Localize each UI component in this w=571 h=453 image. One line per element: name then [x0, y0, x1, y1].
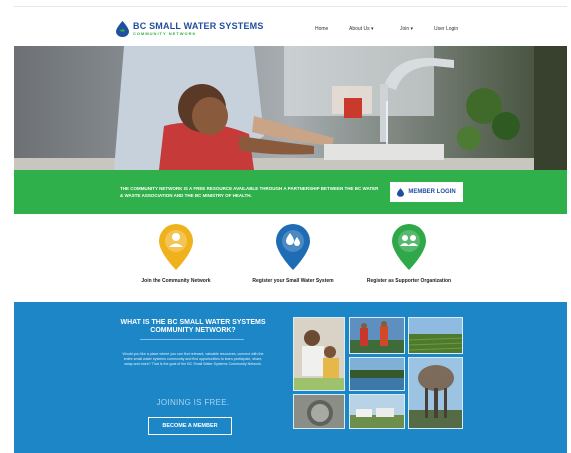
site-header: BC SMALL WATER SYSTEMS COMMUNITY NETWORK…: [14, 8, 567, 46]
water-drop-icon: [397, 187, 405, 197]
water-drops-icon: [276, 224, 310, 270]
feature-register-system[interactable]: Register your Small Water System: [248, 224, 338, 285]
about-title: WHAT IS THE BC SMALL WATER SYSTEMS COMMU…: [120, 319, 266, 334]
nav-user-login[interactable]: User Login: [434, 26, 458, 32]
gallery-photo-family: [293, 317, 345, 391]
partnership-banner: THE COMMUNITY NETWORK IS A FREE RESOURCE…: [14, 170, 567, 214]
nav-join[interactable]: Join ▾: [400, 26, 413, 32]
hero-photo: [14, 46, 567, 170]
about-section: WHAT IS THE BC SMALL WATER SYSTEMS COMMU…: [14, 302, 567, 453]
nav-home[interactable]: Home: [315, 26, 328, 32]
site-logo[interactable]: BC SMALL WATER SYSTEMS COMMUNITY NETWORK: [116, 21, 264, 37]
feature-label: Join the Community Network: [141, 278, 211, 284]
water-drop-icon: [116, 21, 129, 37]
top-divider: [14, 6, 567, 7]
about-divider: [140, 339, 244, 340]
member-login-button[interactable]: MEMBER LOGIN: [390, 182, 463, 202]
member-login-label: MEMBER LOGIN: [408, 189, 456, 195]
gallery-photo-trailers: [349, 394, 405, 429]
gallery-photo-meter: [293, 394, 345, 429]
feature-join-network[interactable]: Join the Community Network: [131, 224, 221, 285]
gallery-photo-workers: [349, 317, 405, 354]
about-body: Would you like a place where you can fin…: [122, 352, 264, 367]
user-icon: [159, 224, 193, 270]
users-icon: [392, 224, 426, 270]
gallery-photo-lake: [349, 357, 405, 391]
feature-label: Register your Small Water System: [252, 278, 334, 284]
gallery-photo-water-tower: [408, 357, 463, 429]
hero-image: [14, 46, 567, 170]
partnership-text: THE COMMUNITY NETWORK IS A FREE RESOURCE…: [120, 186, 379, 198]
nav-about-us[interactable]: About Us ▾: [349, 26, 373, 32]
feature-register-supporter[interactable]: Register as Supporter Organization: [364, 224, 454, 285]
logo-title: BC SMALL WATER SYSTEMS: [133, 21, 264, 31]
gallery-photo-field: [408, 317, 463, 354]
become-member-button[interactable]: BECOME A MEMBER: [148, 417, 232, 435]
logo-subtitle: COMMUNITY NETWORK: [133, 31, 197, 36]
feature-label: Register as Supporter Organization: [366, 278, 452, 284]
joining-free-text: JOINING IS FREE.: [156, 398, 230, 407]
